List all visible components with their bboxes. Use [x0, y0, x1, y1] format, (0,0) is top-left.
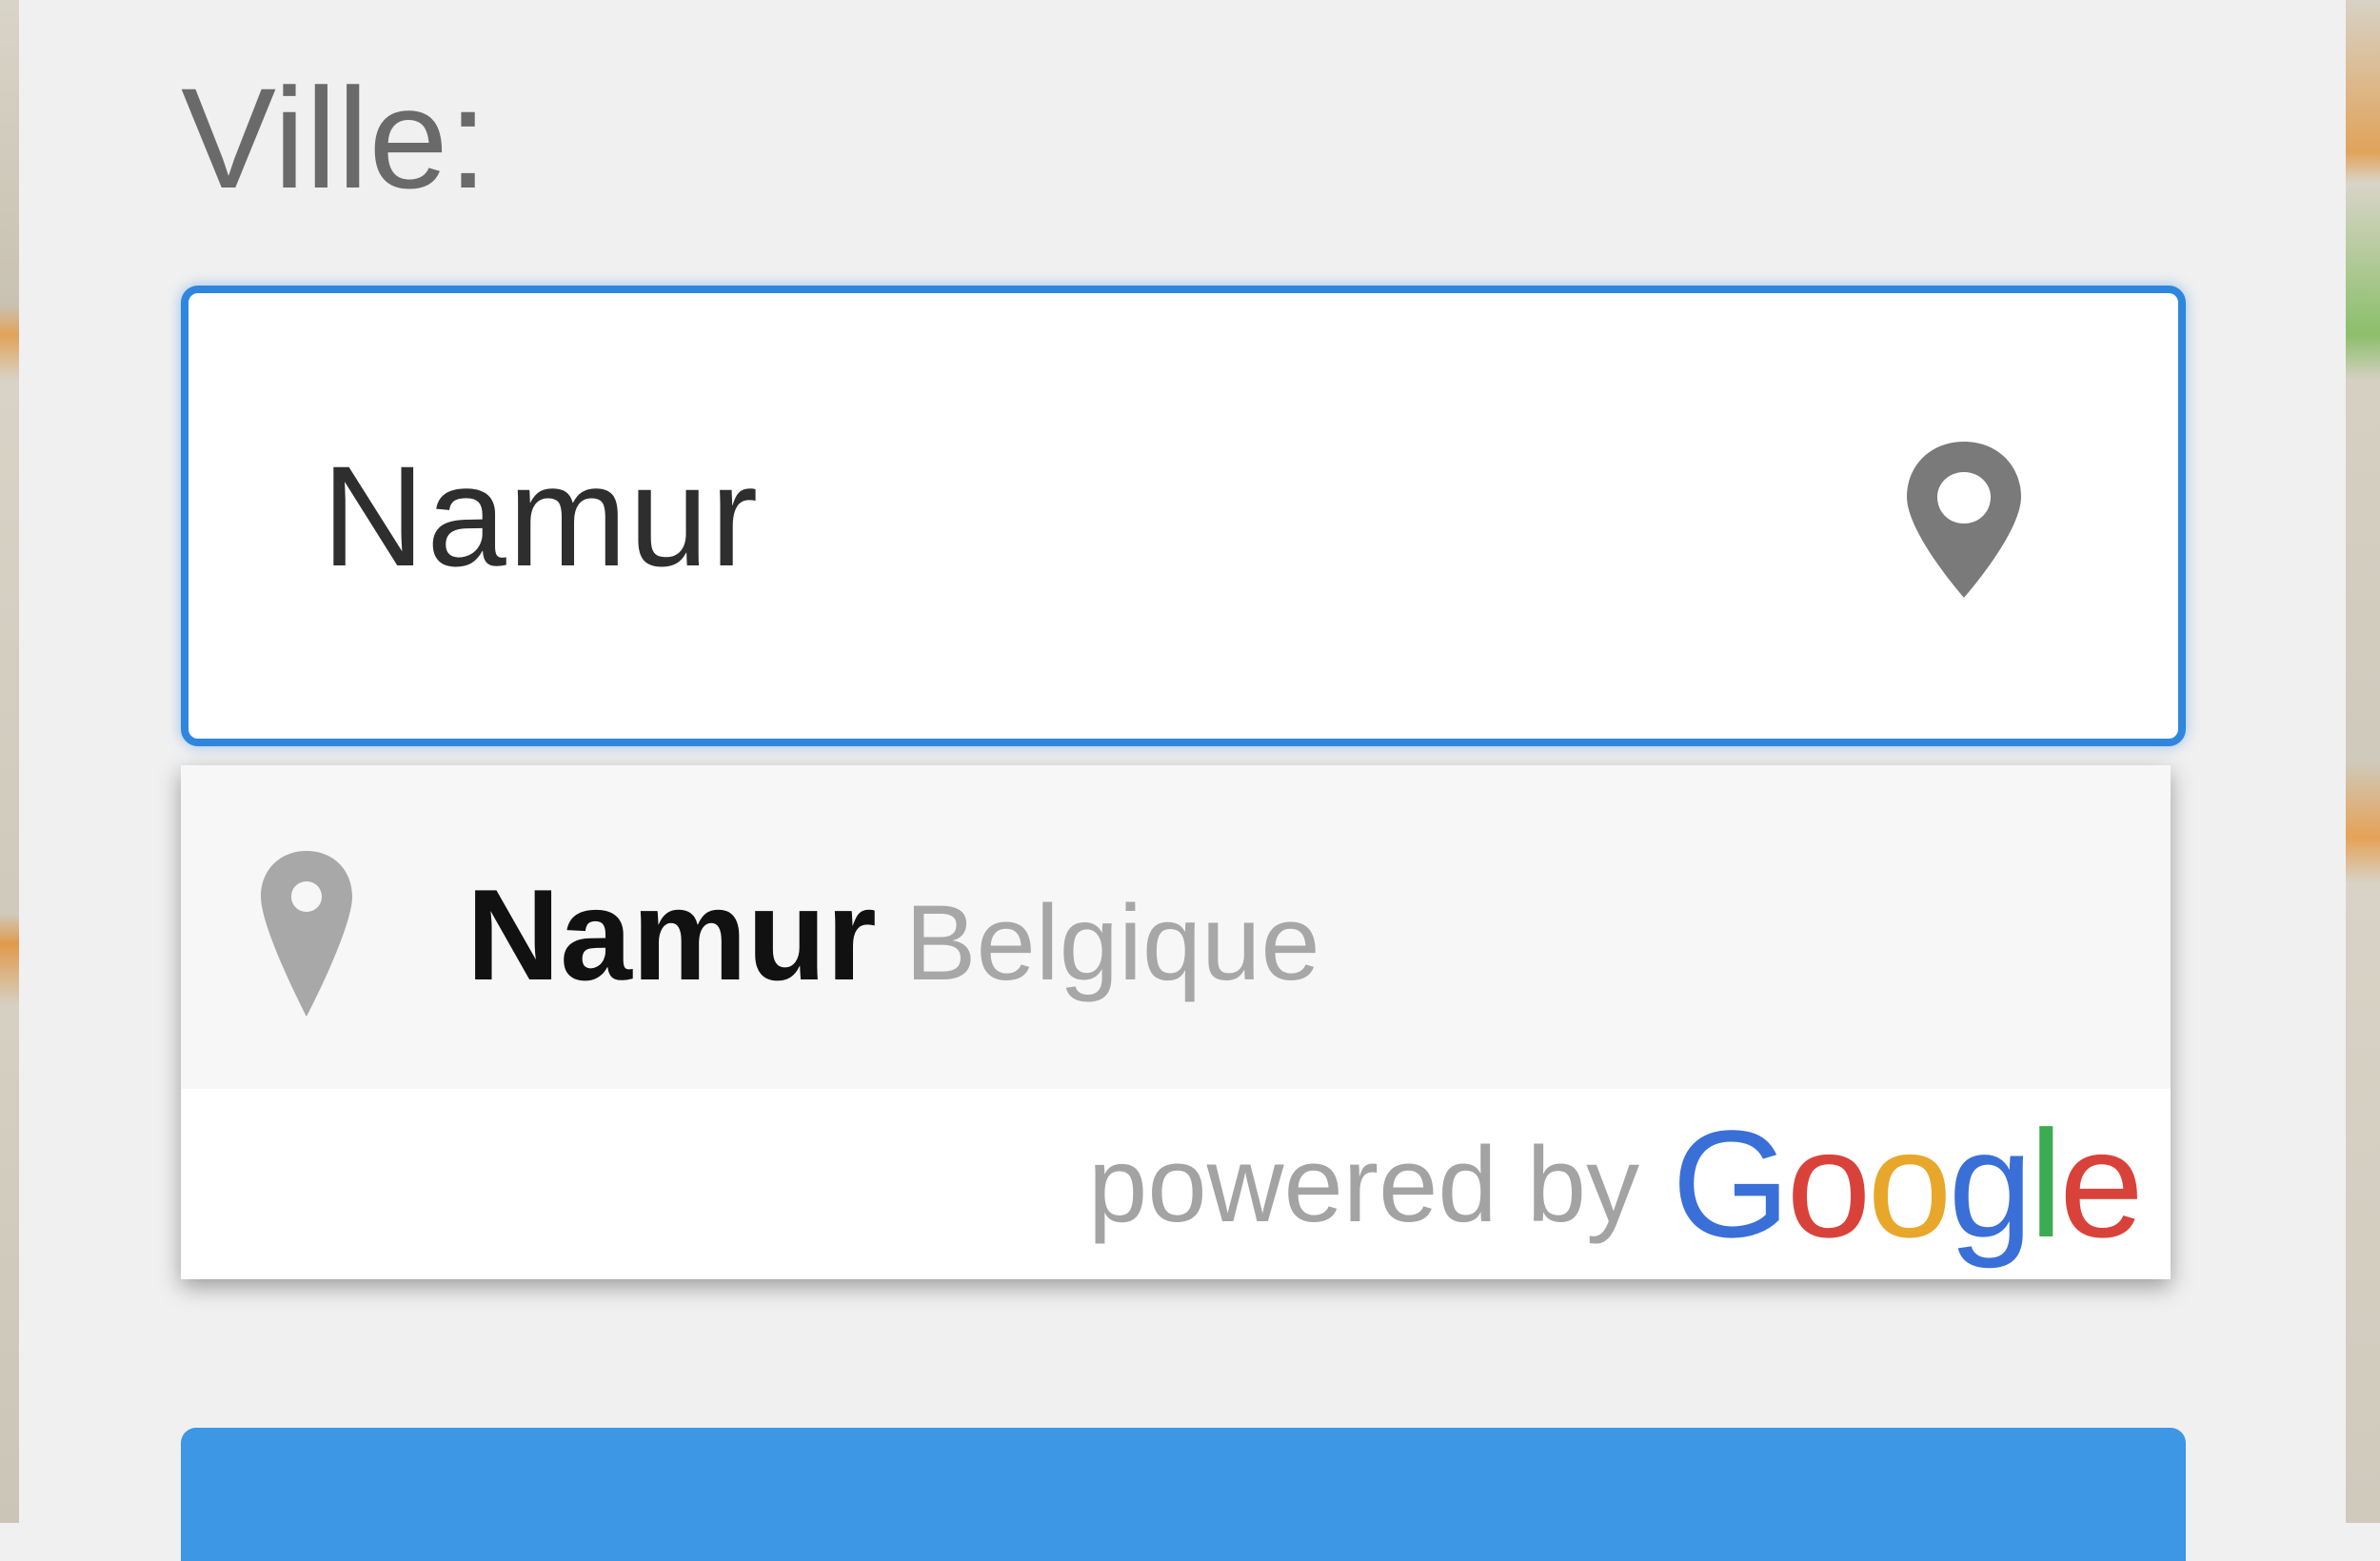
suggestion-secondary-text: Belgique [904, 883, 1320, 1002]
submit-button[interactable] [181, 1428, 2186, 1561]
suggestion-text: Namur Belgique [466, 870, 1320, 999]
powered-by-text: powered by [1088, 1124, 1640, 1244]
map-background-right [2346, 0, 2380, 1523]
map-background-left [0, 0, 19, 1523]
google-logo: Google [1672, 1098, 2144, 1269]
map-pin-icon[interactable] [1897, 434, 2031, 605]
location-pin-icon [261, 851, 352, 1017]
city-label: Ville: [181, 58, 488, 218]
search-panel: Ville: NamurBelgique powered by Google [19, 0, 2346, 1561]
autocomplete-dropdown: Namur Belgique powered by Google [181, 765, 2171, 1279]
city-input-container[interactable] [181, 286, 2186, 746]
suggestion-item[interactable]: Namur Belgique [181, 765, 2171, 1089]
suggestion-main-text: Namur [466, 862, 877, 1007]
google-attribution: powered by Google [1088, 1089, 2144, 1279]
city-input[interactable] [188, 293, 2178, 739]
